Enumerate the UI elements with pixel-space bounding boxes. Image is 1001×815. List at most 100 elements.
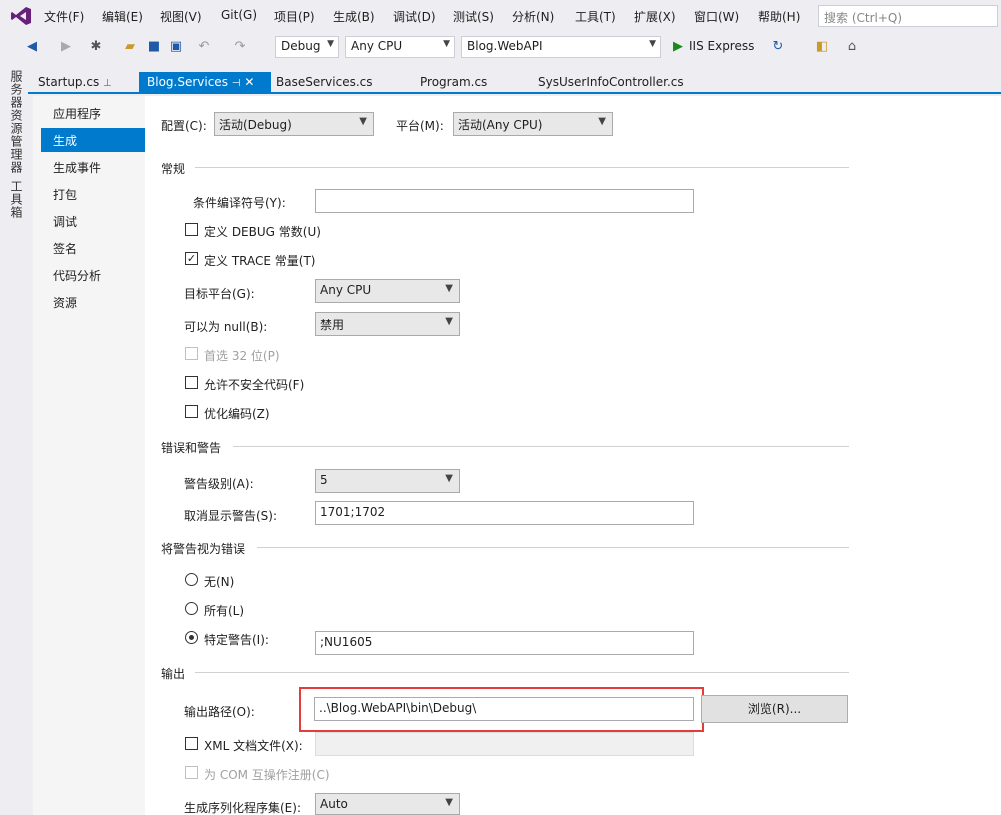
treat-all-label: 所有(L) [204, 604, 245, 618]
menu-build[interactable]: 生成(B) [333, 8, 375, 25]
config-combo[interactable]: Debug ▼ [275, 36, 339, 58]
nav-build-events[interactable]: 生成事件 [41, 155, 145, 179]
prefer-32bit-label: 首选 32 位(P) [204, 349, 280, 363]
menu-project[interactable]: 项目(P) [274, 8, 315, 25]
nav-application[interactable]: 应用程序 [41, 101, 145, 125]
tab-startup[interactable]: Startup.cs ⊥ [30, 72, 120, 94]
chevron-down-icon: ▼ [445, 316, 453, 327]
chevron-down-icon: ▼ [649, 39, 656, 49]
chevron-down-icon: ▼ [445, 283, 453, 294]
serialization-label: 生成序列化程序集(E): [184, 801, 301, 815]
browser-link-icon[interactable]: ◧ [814, 39, 830, 55]
com-interop-checkbox [185, 766, 198, 779]
treat-specific-radio[interactable] [185, 631, 198, 644]
nav-code-analysis[interactable]: 代码分析 [41, 263, 145, 287]
target-platform-dropdown[interactable]: Any CPU ▼ [315, 279, 460, 303]
com-interop-label: 为 COM 互操作注册(C) [204, 768, 330, 782]
section-errors-warnings: 错误和警告 [161, 441, 222, 455]
menu-debug[interactable]: 调试(D) [393, 8, 436, 25]
nav-package[interactable]: 打包 [41, 182, 145, 206]
xml-doc-input [315, 732, 694, 756]
menu-window[interactable]: 窗口(W) [694, 8, 739, 25]
toolbox-tab[interactable]: 工具箱 [8, 180, 25, 219]
allow-unsafe-checkbox[interactable] [185, 376, 198, 389]
back-icon[interactable]: ◀ [24, 39, 40, 55]
treat-all-radio[interactable] [185, 602, 198, 615]
define-debug-checkbox[interactable] [185, 223, 198, 236]
open-folder-icon[interactable]: ▰ [122, 39, 138, 55]
menu-analyze[interactable]: 分析(N) [512, 8, 554, 25]
config-label: 配置(C): [161, 119, 207, 133]
save-icon[interactable]: ■ [146, 39, 162, 55]
nav-debug[interactable]: 调试 [41, 209, 145, 233]
treat-none-label: 无(N) [204, 575, 235, 589]
nullable-dropdown[interactable]: 禁用 ▼ [315, 312, 460, 336]
chevron-down-icon: ▼ [445, 797, 453, 808]
tab-base-services[interactable]: BaseServices.cs [268, 72, 381, 94]
platform-combo[interactable]: Any CPU ▼ [345, 36, 455, 58]
nullable-label: 可以为 null(B): [184, 320, 268, 334]
chevron-down-icon: ▼ [598, 116, 606, 127]
save-all-icon[interactable]: ▣ [168, 39, 184, 55]
treat-none-radio[interactable] [185, 573, 198, 586]
define-trace-label: 定义 TRACE 常量(T) [204, 254, 316, 268]
menu-help[interactable]: 帮助(H) [758, 8, 800, 25]
chevron-down-icon: ▼ [327, 39, 334, 49]
visual-studio-logo-icon[interactable] [10, 6, 32, 26]
conditional-symbols-input[interactable] [315, 189, 694, 213]
platform-dropdown[interactable]: 活动(Any CPU) ▼ [453, 112, 613, 136]
menu-test[interactable]: 测试(S) [453, 8, 494, 25]
nav-signing[interactable]: 签名 [41, 236, 145, 260]
nav-resources[interactable]: 资源 [41, 290, 145, 314]
output-path-input[interactable]: ..\Blog.WebAPI\bin\Debug\ [314, 697, 694, 721]
define-trace-checkbox[interactable]: ✓ [185, 252, 198, 265]
target-platform-label: 目标平台(G): [184, 287, 255, 301]
chevron-down-icon: ▼ [359, 116, 367, 127]
treat-specific-label: 特定警告(I): [204, 633, 269, 647]
section-output: 输出 [161, 667, 186, 681]
section-general: 常规 [161, 162, 186, 176]
home-icon[interactable]: ⌂ [844, 39, 860, 55]
close-icon[interactable]: ✕ [244, 75, 254, 89]
menu-file[interactable]: 文件(F) [44, 8, 84, 25]
allow-unsafe-label: 允许不安全代码(F) [204, 378, 305, 392]
run-button[interactable]: IIS Express [689, 39, 754, 53]
warning-level-dropdown[interactable]: 5 ▼ [315, 469, 460, 493]
server-explorer-tab[interactable]: 服务器资源管理器 [8, 70, 25, 174]
play-icon[interactable]: ▶ [670, 39, 686, 55]
side-strip [0, 62, 28, 815]
serialization-dropdown[interactable]: Auto ▼ [315, 793, 460, 815]
config-dropdown[interactable]: 活动(Debug) ▼ [214, 112, 374, 136]
symbols-label: 条件编译符号(Y): [193, 196, 286, 210]
new-item-icon[interactable]: ✱ [88, 39, 104, 55]
pin-icon[interactable]: ⊥ [103, 78, 112, 89]
divider [233, 446, 849, 447]
menu-view[interactable]: 视图(V) [160, 8, 202, 25]
tab-sysuserinfo-controller[interactable]: SysUserInfoController.cs [530, 72, 692, 94]
xml-doc-checkbox[interactable] [185, 737, 198, 750]
menu-edit[interactable]: 编辑(E) [102, 8, 143, 25]
xml-doc-label: XML 文档文件(X): [204, 739, 303, 753]
chevron-down-icon: ▼ [443, 39, 450, 49]
pin-icon[interactable]: ⊣ [232, 78, 241, 89]
nav-build[interactable]: 生成 [41, 128, 145, 152]
undo-icon[interactable]: ↶ [196, 39, 212, 55]
redo-icon[interactable]: ↷ [232, 39, 248, 55]
forward-icon[interactable]: ▶ [58, 39, 74, 55]
platform-label: 平台(M): [396, 119, 444, 133]
menu-git[interactable]: Git(G) [221, 8, 257, 22]
optimize-label: 优化编码(Z) [204, 407, 270, 421]
startup-project-combo[interactable]: Blog.WebAPI ▼ [461, 36, 661, 58]
suppress-warnings-input[interactable]: 1701;1702 [315, 501, 694, 525]
chevron-down-icon: ▼ [445, 473, 453, 484]
optimize-checkbox[interactable] [185, 405, 198, 418]
menu-tools[interactable]: 工具(T) [575, 8, 616, 25]
tab-program[interactable]: Program.cs [412, 72, 495, 94]
browse-button[interactable]: 浏览(R)... [701, 695, 848, 723]
specific-warnings-input[interactable]: ;NU1605 [315, 631, 694, 655]
tab-blog-services[interactable]: Blog.Services ⊣ ✕ [139, 72, 271, 94]
menu-extensions[interactable]: 扩展(X) [634, 8, 676, 25]
search-input[interactable]: 搜索 (Ctrl+Q) [818, 5, 998, 27]
divider [195, 167, 849, 168]
refresh-icon[interactable]: ↻ [770, 39, 786, 55]
